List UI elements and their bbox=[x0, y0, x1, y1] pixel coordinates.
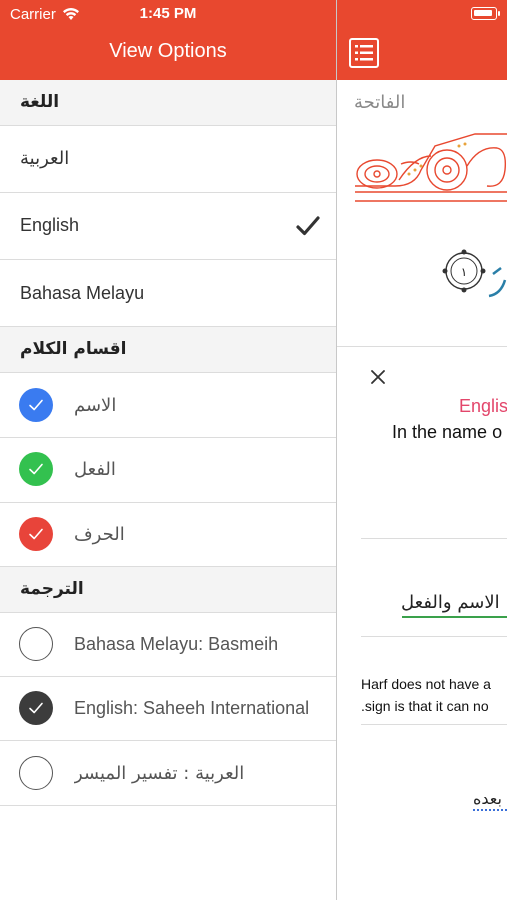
section-label-parts-of-speech: اقسام الكلام bbox=[20, 339, 127, 359]
language-option-english[interactable]: English bbox=[0, 193, 336, 260]
surah-ornament-icon bbox=[355, 133, 507, 202]
checkbox-checked[interactable] bbox=[19, 388, 53, 422]
navigation-bar: Carrier 1:45 PM View Options bbox=[0, 0, 336, 80]
tafsir-text: بعده bbox=[473, 789, 502, 808]
section-header-parts-of-speech: اقسام الكلام bbox=[0, 327, 336, 373]
checkmark-icon bbox=[29, 528, 43, 540]
language-option-label: العربية bbox=[20, 148, 70, 169]
close-icon[interactable] bbox=[369, 368, 387, 386]
pos-option-label: الفعل bbox=[74, 459, 116, 480]
status-time: 1:45 PM bbox=[139, 5, 197, 22]
section-header-language: اللغة bbox=[0, 80, 336, 126]
translation-option-malay[interactable]: Bahasa Melayu: Basmeih bbox=[0, 613, 336, 677]
section-label-language: اللغة bbox=[20, 92, 60, 112]
translation-option-label: العربية : تفسير الميسر bbox=[74, 763, 245, 784]
reading-navigation-bar bbox=[337, 0, 507, 80]
script-fragment-icon bbox=[488, 267, 507, 298]
reading-panel: الفاتحة ١ Englis In the name o الاسم وال… bbox=[337, 0, 507, 900]
view-options-panel: Carrier 1:45 PM View Options اللغة العرب… bbox=[0, 0, 336, 900]
pos-option-noun[interactable]: الاسم bbox=[0, 373, 336, 438]
pos-option-verb[interactable]: الفعل bbox=[0, 438, 336, 503]
ayah-number-marker-icon: ١ bbox=[442, 249, 486, 293]
surah-title: الفاتحة bbox=[354, 92, 406, 113]
checkbox-unchecked[interactable] bbox=[19, 756, 53, 790]
checkmark-icon bbox=[29, 463, 43, 475]
translation-option-label: Bahasa Melayu: Basmeih bbox=[74, 634, 279, 654]
tafsir-underline bbox=[473, 809, 507, 811]
checkmark-icon bbox=[296, 216, 320, 236]
checkmark-icon bbox=[29, 702, 43, 714]
harf-explanation-line-2: .sign is that it can no bbox=[361, 698, 489, 714]
ayah-number: ١ bbox=[461, 265, 467, 279]
language-option-label: English bbox=[20, 215, 80, 235]
checkbox-unchecked[interactable] bbox=[19, 627, 53, 661]
language-option-malay[interactable]: Bahasa Melayu bbox=[0, 260, 336, 327]
pos-option-label: الاسم bbox=[74, 395, 117, 416]
section-label-translation: الترجمة bbox=[20, 579, 84, 599]
separator bbox=[337, 346, 507, 347]
harf-explanation-line-1: Harf does not have a bbox=[361, 676, 491, 692]
pos-option-particle[interactable]: الحرف bbox=[0, 503, 336, 567]
separator bbox=[361, 538, 507, 539]
translation-text: In the name o bbox=[392, 422, 503, 442]
word-category-text: الاسم والفعل bbox=[401, 592, 500, 613]
checkbox-checked[interactable] bbox=[19, 452, 53, 486]
checkbox-checked[interactable] bbox=[19, 691, 53, 725]
language-option-label: Bahasa Melayu bbox=[20, 283, 145, 303]
checkbox-checked[interactable] bbox=[19, 517, 53, 551]
separator bbox=[361, 636, 507, 637]
pos-option-label: الحرف bbox=[74, 524, 125, 545]
translation-option-english[interactable]: English: Saheeh International bbox=[0, 677, 336, 741]
list-lines-icon bbox=[355, 45, 373, 61]
language-option-arabic[interactable]: العربية bbox=[0, 126, 336, 193]
battery-icon bbox=[471, 7, 500, 20]
list-icon[interactable] bbox=[349, 38, 379, 68]
section-header-translation: الترجمة bbox=[0, 567, 336, 613]
checkmark-icon bbox=[29, 399, 43, 411]
translation-option-arabic[interactable]: العربية : تفسير الميسر bbox=[0, 741, 336, 806]
translation-language-label: Englis bbox=[459, 396, 507, 416]
page-title: View Options bbox=[109, 40, 227, 62]
translation-option-label: English: Saheeh International bbox=[74, 698, 310, 718]
separator bbox=[361, 724, 507, 725]
verb-underline bbox=[402, 616, 507, 618]
